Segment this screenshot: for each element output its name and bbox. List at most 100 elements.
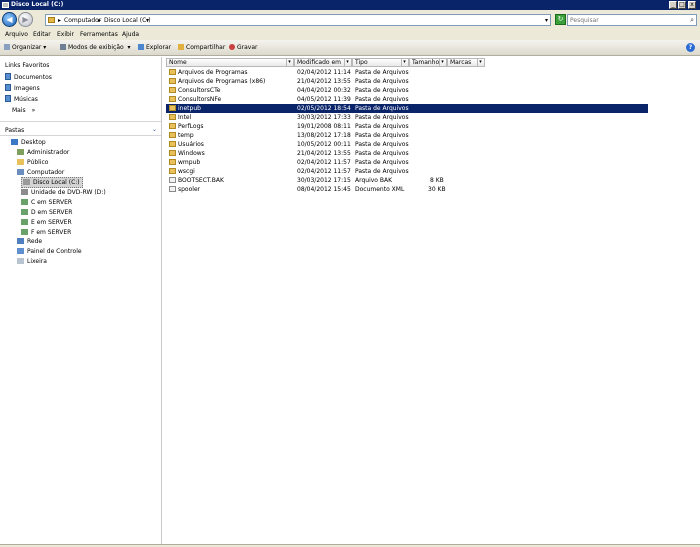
tree-item-dvd[interactable]: Unidade de DVD-RW (D:) [21,188,106,197]
column-header-size[interactable]: Tamanho ▾ [409,58,447,67]
file-modified: 04/05/2012 11:39 [297,96,351,103]
maximize-button[interactable]: □ [678,1,686,9]
folder-icon [169,150,176,156]
network-drive-icon [21,219,28,225]
file-modified: 13/08/2012 17:18 [297,132,351,139]
column-dropdown-icon[interactable]: ▾ [401,59,407,66]
file-row[interactable]: wmpub 02/04/2012 11:57 Pasta de Arquivos [166,158,648,167]
network-drive-icon [21,199,28,205]
back-button[interactable]: ◀ [2,12,17,27]
breadcrumb-separator: ▸ [98,17,102,24]
column-dropdown-icon[interactable]: ▾ [439,59,445,66]
burn-button[interactable]: Gravar [229,43,258,52]
tree-item-computador[interactable]: Computador [17,168,64,177]
file-size: 8 KB [430,177,444,184]
help-icon[interactable]: ? [686,43,695,52]
file-type: Pasta de Arquivos [355,168,409,175]
column-dropdown-icon[interactable]: ▾ [477,59,483,66]
file-row[interactable]: PerfLogs 19/01/2008 08:11 Pasta de Arqui… [166,122,648,131]
views-icon [60,44,66,50]
organize-button[interactable]: Organizar ▾ [4,43,46,52]
folder-icon [169,96,176,102]
file-type: Pasta de Arquivos [355,87,409,94]
file-row[interactable]: BOOTSECT.BAK 30/03/2012 17:15 Arquivo BA… [166,176,648,185]
breadcrumb-computador[interactable]: Computador [64,16,101,25]
menu-ferramentas[interactable]: Ferramentas [80,31,118,39]
file-row[interactable]: Usuários 10/05/2012 00:11 Pasta de Arqui… [166,140,648,149]
file-row-selected[interactable]: inetpub 02/05/2012 18:54 Pasta de Arquiv… [166,104,648,113]
tree-item-publico[interactable]: Público [17,158,48,167]
folder-icon [169,168,176,174]
tree-item-f-server[interactable]: F em SERVER [21,228,71,237]
tree-item-d-server[interactable]: D em SERVER [21,208,72,217]
title-bar: Disco Local (C:) _ □ x [0,0,700,10]
tree-label: D em SERVER [31,209,73,216]
file-row[interactable]: temp 13/08/2012 17:18 Pasta de Arquivos [166,131,648,140]
favorite-musicas[interactable]: Músicas [5,95,38,104]
file-name: BOOTSECT.BAK [178,177,224,184]
file-row[interactable]: spooler 08/04/2012 15:45 Documento XML 3… [166,185,648,194]
breadcrumb-dropdown[interactable]: ▾ [146,16,149,25]
menu-ajuda[interactable]: Ajuda [122,31,139,39]
search-icon[interactable]: ⌕ [690,16,694,24]
forward-button[interactable]: ▶ [18,12,33,27]
views-button[interactable]: Modos de exibição ▾ [60,43,131,52]
tree-item-e-server[interactable]: E em SERVER [21,218,72,227]
menu-arquivo[interactable]: Arquivo [5,31,28,39]
file-row[interactable]: Intel 30/03/2012 17:33 Pasta de Arquivos [166,113,648,122]
favorite-imagens[interactable]: Imagens [5,84,40,93]
file-row[interactable]: Arquivos de Programas (x86) 21/04/2012 1… [166,77,648,86]
tree-item-lixeira[interactable]: Lixeira [17,257,47,266]
close-button[interactable]: x [688,1,696,9]
column-label: Nome [169,59,187,66]
more-link[interactable]: Mais » [12,106,35,115]
file-row[interactable]: ConsultorsNFe 04/05/2012 11:39 Pasta de … [166,95,648,104]
breadcrumb-disco-local[interactable]: Disco Local (C:) [104,16,151,25]
tree-item-administrador[interactable]: Administrador [17,148,69,157]
column-header-type[interactable]: Tipo ▾ [352,58,409,67]
file-row[interactable]: wscgi 02/04/2012 11:57 Pasta de Arquivos [166,167,648,176]
file-modified: 30/03/2012 17:15 [297,177,351,184]
tree-item-c-server[interactable]: C em SERVER [21,198,72,207]
search-input[interactable] [570,15,680,25]
file-modified: 10/05/2012 00:11 [297,141,351,148]
file-type: Pasta de Arquivos [355,150,409,157]
tree-label: C em SERVER [31,199,73,206]
desktop-icon [11,139,18,145]
address-bar[interactable]: ▸ Computador ▸ Disco Local (C:) ▾ ▾ [45,14,551,26]
folders-collapse-icon[interactable]: ⌄ [152,125,157,134]
tree-item-rede[interactable]: Rede [17,237,42,246]
tree-item-desktop[interactable]: Desktop [11,138,46,147]
column-dropdown-icon[interactable]: ▾ [286,59,292,66]
menu-editar[interactable]: Editar [33,31,51,39]
address-dropdown-icon[interactable]: ▾ [545,16,548,25]
burn-icon [229,44,235,50]
file-row[interactable]: ConsultorsCTe 04/04/2012 00:32 Pasta de … [166,86,648,95]
share-button[interactable]: Compartilhar [178,43,225,52]
column-label: Modificado em [297,59,342,66]
breadcrumb-separator: ▸ [58,17,62,24]
file-row[interactable]: Arquivos de Programas 02/04/2012 11:14 P… [166,68,648,77]
tree-item-disco-local[interactable]: Disco Local (C:) [21,177,83,188]
tree-label: Lixeira [27,258,47,265]
views-label: Modos de exibição [68,44,124,51]
file-row[interactable]: Windows 21/04/2012 13:55 Pasta de Arquiv… [166,149,648,158]
column-dropdown-icon[interactable]: ▾ [344,59,350,66]
column-header-name[interactable]: Nome ▾ [166,58,294,67]
search-box[interactable]: ⌕ [567,14,697,26]
column-header-modified[interactable]: Modificado em ▾ [294,58,352,67]
tree-label: Computador [27,169,65,176]
tree-item-painel-controle[interactable]: Painel de Controle [17,247,82,256]
explore-button[interactable]: Explorar [138,43,171,52]
organize-icon [4,44,10,50]
file-size: 30 KB [428,186,446,193]
folders-header[interactable]: Pastas [5,126,24,135]
file-modified: 21/04/2012 13:55 [297,150,351,157]
favorite-documentos[interactable]: Documentos [5,73,52,82]
menu-exibir[interactable]: Exibir [57,31,74,39]
column-header-tags[interactable]: Marcas ▾ [447,58,485,67]
file-type: Pasta de Arquivos [355,132,409,139]
refresh-button[interactable]: ↻ [555,14,566,25]
folder-icon [169,69,176,75]
minimize-button[interactable]: _ [669,1,677,9]
